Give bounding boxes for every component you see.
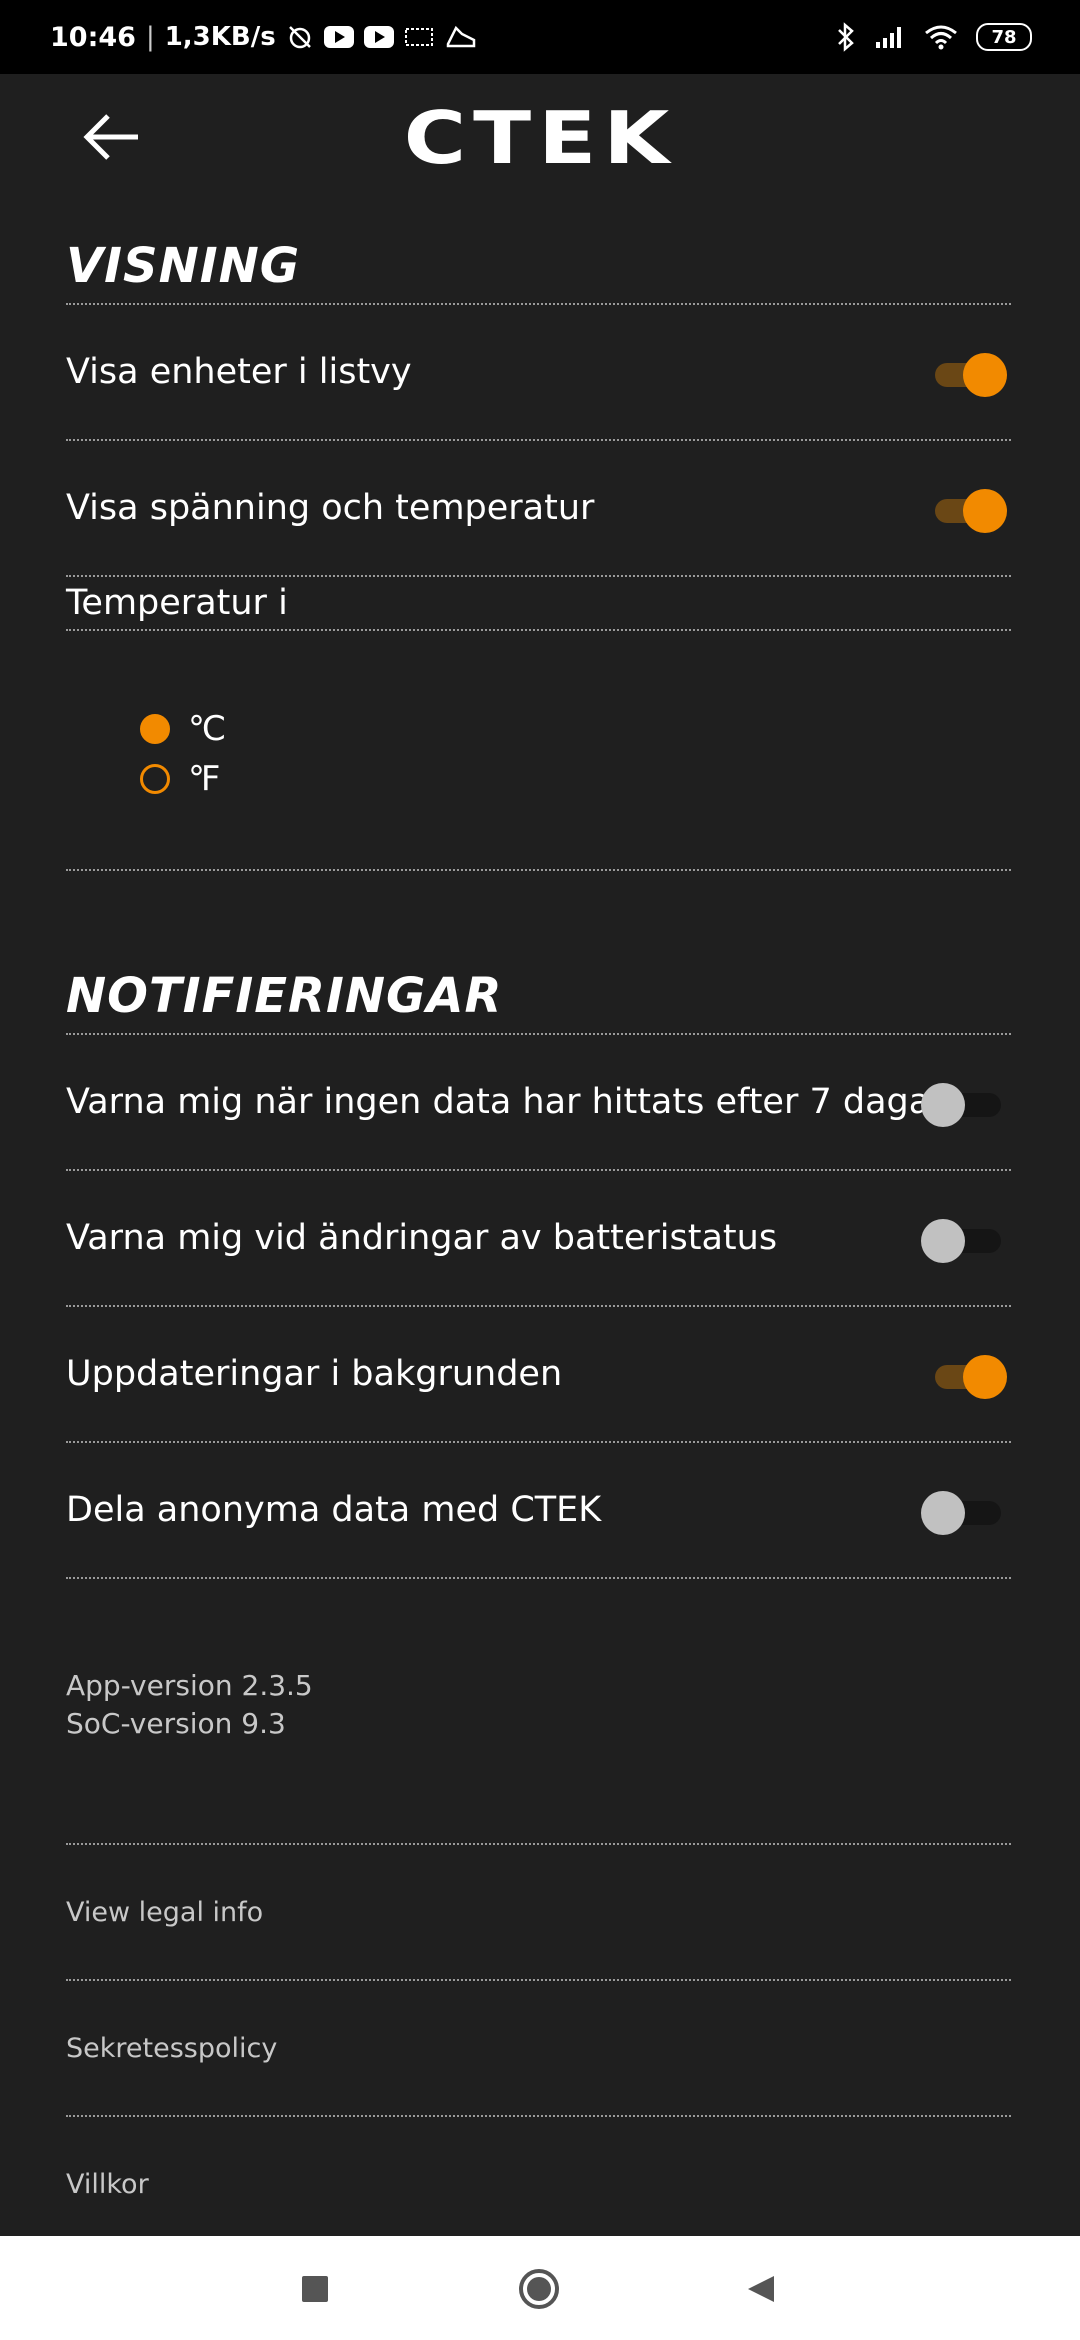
app-header: CTEK [0, 74, 1080, 198]
setting-label: Dela anonyma data med CTEK [66, 1490, 602, 1530]
system-back-button[interactable] [746, 2274, 776, 2304]
setting-row-background-updates[interactable]: Uppdateringar i bakgrunden [66, 1307, 1011, 1441]
battery-indicator: 78 [976, 23, 1032, 51]
temperature-unit-heading: Temperatur i [66, 577, 1011, 629]
setting-label: Temperatur i [66, 583, 288, 623]
youtube-icon [323, 26, 354, 48]
status-bar-left: 10:46 | 1,3KB/s [50, 0, 478, 74]
youtube-icon [363, 26, 394, 48]
app-version: App-version 2.3.5 [66, 1669, 313, 1702]
status-bar-right: 78 [836, 0, 1032, 74]
radio-button-checked[interactable] [140, 714, 170, 744]
privacy-policy-link[interactable]: Sekretesspolicy [66, 2033, 277, 2064]
toggle-switch-no-data-warning[interactable] [921, 1078, 1007, 1127]
home-button[interactable] [518, 2268, 560, 2310]
network-speed: 1,3KB/s [164, 22, 276, 52]
alarm-off-icon [286, 23, 314, 51]
settings-content: VISNING Visa enheter i listvy Visa spänn… [66, 198, 1011, 2251]
home-circle-icon [519, 2269, 559, 2309]
soc-version: SoC-version 9.3 [66, 1707, 286, 1740]
setting-row-voltage-temperature[interactable]: Visa spänning och temperatur [66, 441, 1011, 575]
system-navigation-bar [0, 2236, 1080, 2340]
ctek-logo: CTEK [403, 96, 677, 180]
shoe-icon [444, 24, 478, 50]
radio-option-celsius[interactable]: ℃ [140, 704, 1011, 754]
signal-icon [874, 24, 906, 50]
setting-label: Uppdateringar i bakgrunden [66, 1354, 563, 1394]
radio-option-fahrenheit[interactable]: ℉ [140, 754, 1011, 804]
setting-label: Varna mig när ingen data har hittats eft… [66, 1082, 945, 1122]
toggle-switch-voltage-temperature[interactable] [933, 484, 1007, 533]
bluetooth-icon [836, 22, 856, 52]
status-bar: 10:46 | 1,3KB/s 78 [0, 0, 1080, 74]
setting-row-list-view[interactable]: Visa enheter i listvy [66, 305, 1011, 439]
setting-row-share-anonymous-data[interactable]: Dela anonyma data med CTEK [66, 1443, 1011, 1577]
radio-label: ℃ [188, 709, 227, 749]
terms-link[interactable]: Villkor [66, 2169, 149, 2200]
toggle-switch-list-view[interactable] [933, 348, 1007, 397]
triangle-back-icon [748, 2276, 774, 2302]
status-separator: | [145, 22, 155, 52]
status-time: 10:46 [50, 21, 136, 53]
recent-apps-button[interactable] [302, 2276, 328, 2302]
link-row-legal[interactable]: View legal info [66, 1845, 1011, 1979]
notification-app-icon [404, 25, 434, 49]
radio-button-unchecked[interactable] [140, 764, 170, 794]
setting-row-no-data-warning[interactable]: Varna mig när ingen data har hittats eft… [66, 1035, 1011, 1169]
section-title-display: VISNING [66, 238, 301, 294]
link-row-privacy[interactable]: Sekretesspolicy [66, 1981, 1011, 2115]
toggle-switch-battery-status-warning[interactable] [921, 1214, 1007, 1263]
setting-label: Visa spänning och temperatur [66, 488, 595, 528]
setting-label: Varna mig vid ändringar av batteristatus [66, 1218, 778, 1258]
section-title-notifications: NOTIFIERINGAR [66, 968, 503, 1024]
link-row-terms[interactable]: Villkor [66, 2117, 1011, 2251]
toggle-switch-background-updates[interactable] [933, 1350, 1007, 1399]
legal-info-link[interactable]: View legal info [66, 1897, 263, 1928]
setting-row-battery-status-warning[interactable]: Varna mig vid ändringar av batteristatus [66, 1171, 1011, 1305]
wifi-icon [924, 24, 958, 50]
radio-label: ℉ [188, 759, 221, 799]
toggle-switch-share-anonymous-data[interactable] [921, 1486, 1007, 1535]
setting-label: Visa enheter i listvy [66, 352, 412, 392]
